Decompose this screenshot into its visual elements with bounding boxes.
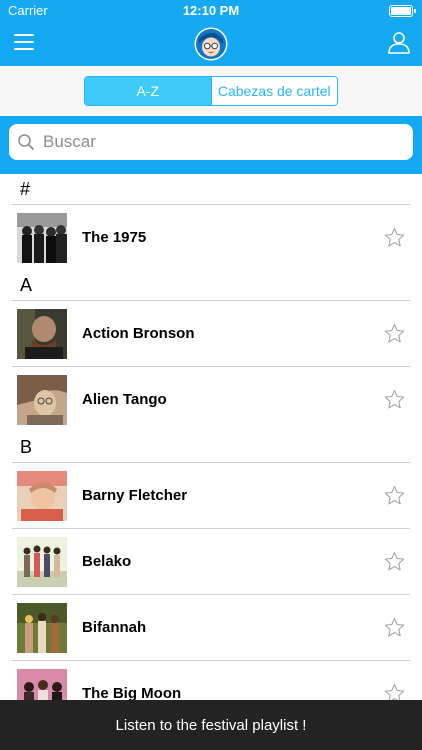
segment-bar: A-Z Cabezas de cartel (0, 66, 422, 116)
section-header: A (20, 275, 33, 295)
user-profile-icon[interactable] (387, 30, 411, 54)
star-icon[interactable] (384, 389, 405, 410)
mascot-logo-icon[interactable] (194, 27, 228, 61)
star-icon[interactable] (384, 551, 405, 572)
star-icon[interactable] (384, 485, 405, 506)
artist-name: Bifannah (82, 619, 147, 636)
status-bar: Carrier 12:10 PM (0, 0, 422, 22)
section-header: # (20, 179, 31, 199)
artist-name: Barny Fletcher (82, 487, 188, 504)
artist-photo (17, 471, 67, 521)
hamburger-menu-icon[interactable] (14, 34, 34, 50)
search-input[interactable] (41, 131, 395, 153)
battery-icon (389, 5, 416, 17)
artist-row[interactable]: Barny Fletcher (0, 463, 422, 528)
search-icon (18, 134, 34, 150)
star-icon[interactable] (384, 323, 405, 344)
segmented-control: A-Z Cabezas de cartel (84, 76, 338, 106)
artist-photo (17, 537, 67, 587)
artist-photo (17, 309, 67, 359)
artist-row[interactable]: Belako (0, 529, 422, 594)
artist-name: Alien Tango (82, 391, 167, 408)
playlist-banner-button[interactable]: Listen to the festival playlist ! (0, 700, 422, 750)
artist-name: The 1975 (82, 229, 147, 246)
artist-photo (17, 603, 67, 653)
clock: 12:10 PM (182, 3, 240, 18)
search-field[interactable] (9, 124, 413, 160)
artist-row[interactable]: Alien Tango (0, 367, 422, 432)
star-icon[interactable] (384, 227, 405, 248)
playlist-banner-label: Listen to the festival playlist ! (115, 716, 307, 734)
section-header: B (20, 437, 33, 457)
artist-row[interactable]: Action Bronson (0, 301, 422, 366)
artist-list: # The 1975 A Action Bronson Alien Tango … (0, 174, 422, 726)
top-bar: Carrier 12:10 PM (0, 0, 422, 66)
search-bar-container (0, 116, 422, 174)
artist-photo (17, 213, 67, 263)
artist-name: Action Bronson (82, 325, 195, 342)
artist-name: Belako (82, 553, 132, 570)
artist-photo (17, 375, 67, 425)
artist-row[interactable]: The 1975 (0, 205, 422, 270)
artist-row[interactable]: Bifannah (0, 595, 422, 660)
segment-az[interactable]: A-Z (85, 77, 211, 105)
segment-headliners[interactable]: Cabezas de cartel (210, 77, 337, 105)
star-icon[interactable] (384, 617, 405, 638)
